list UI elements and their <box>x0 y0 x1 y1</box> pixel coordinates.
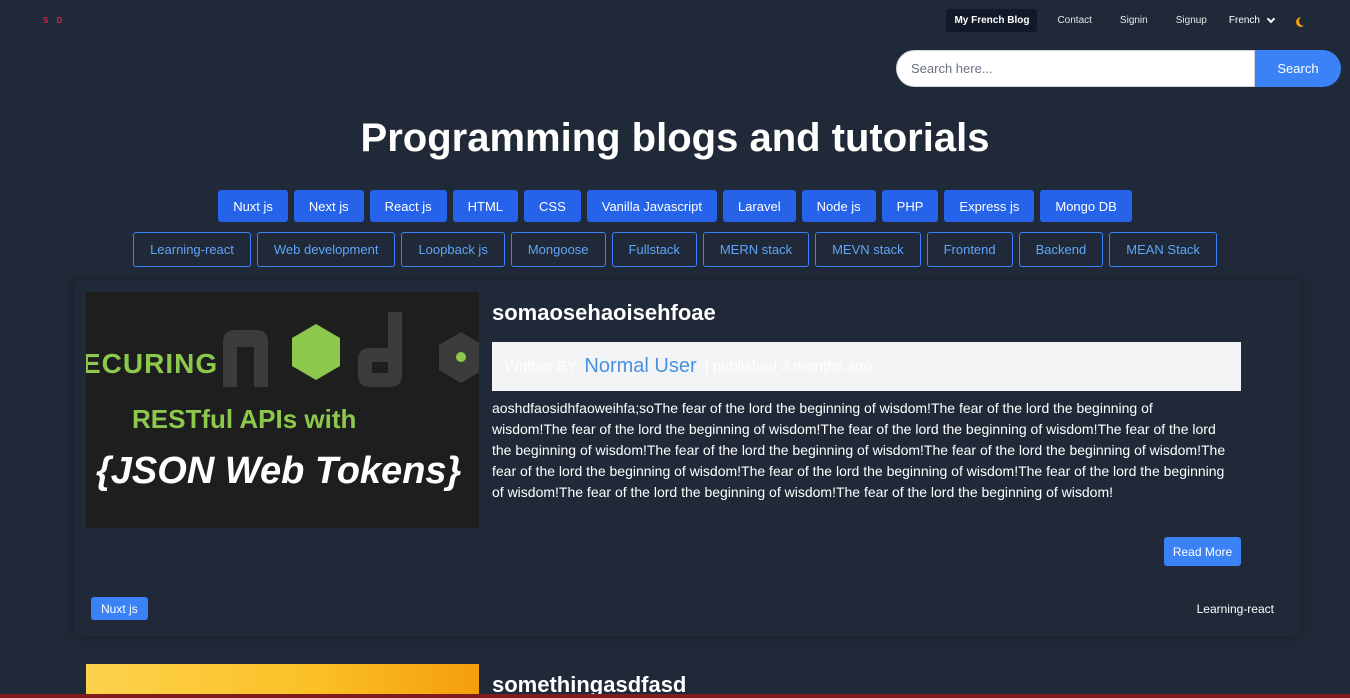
written-by-label: Written BY <box>505 358 577 375</box>
post-category-badge[interactable]: Nuxt js <box>91 597 148 620</box>
tag-learning-react[interactable]: Learning-react <box>133 232 251 267</box>
thumbnail-text-jwt: {JSON Web Tokens} <box>96 450 462 492</box>
site-logo[interactable]: S D <box>43 16 65 25</box>
tag-mean-stack[interactable]: MEAN Stack <box>1109 232 1217 267</box>
category-php[interactable]: PHP <box>881 190 939 222</box>
search-input[interactable] <box>896 50 1255 87</box>
thumbnail-text-securing: ECURING <box>86 348 219 379</box>
post-card: ECURING RESTful APIs with {JSON Web Toke… <box>74 280 1300 636</box>
tag-mern-stack[interactable]: MERN stack <box>702 232 810 267</box>
navbar: S D My French Blog Contact Signin Signup… <box>0 0 1350 44</box>
tag-loopback-js[interactable]: Loopback js <box>401 232 505 267</box>
tag-mongoose[interactable]: Mongoose <box>510 232 606 267</box>
page-title: Programming blogs and tutorials <box>360 116 990 160</box>
author-link[interactable]: Normal User <box>584 355 696 378</box>
tag-fullstack[interactable]: Fullstack <box>611 232 697 267</box>
language-select[interactable]: French <box>1228 14 1276 26</box>
thumbnail-text-restful: RESTful APIs with <box>132 404 357 434</box>
category-node-js[interactable]: Node js <box>801 190 876 222</box>
search-bar: Search <box>896 50 1341 87</box>
read-more-button[interactable]: Read More <box>1164 537 1241 566</box>
nav-link-my-french-blog[interactable]: My French Blog <box>946 9 1038 32</box>
nav-link-contact[interactable]: Contact <box>1049 9 1099 32</box>
category-react-js[interactable]: React js <box>369 190 447 222</box>
post-title[interactable]: somaosehaoisehfoae <box>492 300 716 326</box>
category-laravel[interactable]: Laravel <box>722 190 796 222</box>
tag-frontend[interactable]: Frontend <box>926 232 1013 267</box>
tag-web-development[interactable]: Web development <box>256 232 396 267</box>
category-nuxt-js[interactable]: Nuxt js <box>218 190 288 222</box>
category-css[interactable]: CSS <box>524 190 581 222</box>
nav-links: My French Blog Contact Signin Signup Fre… <box>940 9 1306 32</box>
post-meta: Written BY Normal User | published 3 mon… <box>492 342 1241 391</box>
chevron-down-icon <box>1266 14 1276 23</box>
category-express-js[interactable]: Express js <box>944 190 1035 222</box>
search-button[interactable]: Search <box>1255 50 1341 87</box>
nav-link-signin[interactable]: Signin <box>1112 9 1156 32</box>
bottom-border <box>0 694 1350 698</box>
post-thumbnail[interactable]: ECURING RESTful APIs with {JSON Web Toke… <box>86 292 479 528</box>
nodejs-logo-icon <box>223 312 479 387</box>
tag-mevn-stack[interactable]: MEVN stack <box>815 232 921 267</box>
published-date: | published 3 months ago <box>704 358 873 375</box>
post-tag[interactable]: Learning-react <box>1197 602 1274 616</box>
category-mongo-db[interactable]: Mongo DB <box>1040 190 1132 222</box>
moon-icon[interactable] <box>1299 16 1309 26</box>
category-html[interactable]: HTML <box>452 190 519 222</box>
nav-link-signup[interactable]: Signup <box>1168 9 1215 32</box>
language-label: French <box>1228 15 1260 26</box>
tag-buttons: Learning-react Web development Loopback … <box>0 232 1350 267</box>
post-thumbnail-2[interactable] <box>86 664 479 698</box>
post-excerpt: aoshdfaosidhfaoweihfa;soThe fear of the … <box>492 400 1226 500</box>
category-next-js[interactable]: Next js <box>293 190 364 222</box>
category-vanilla-javascript[interactable]: Vanilla Javascript <box>586 190 717 222</box>
tag-backend[interactable]: Backend <box>1018 232 1104 267</box>
category-buttons: Nuxt js Next js React js HTML CSS Vanill… <box>0 190 1350 222</box>
